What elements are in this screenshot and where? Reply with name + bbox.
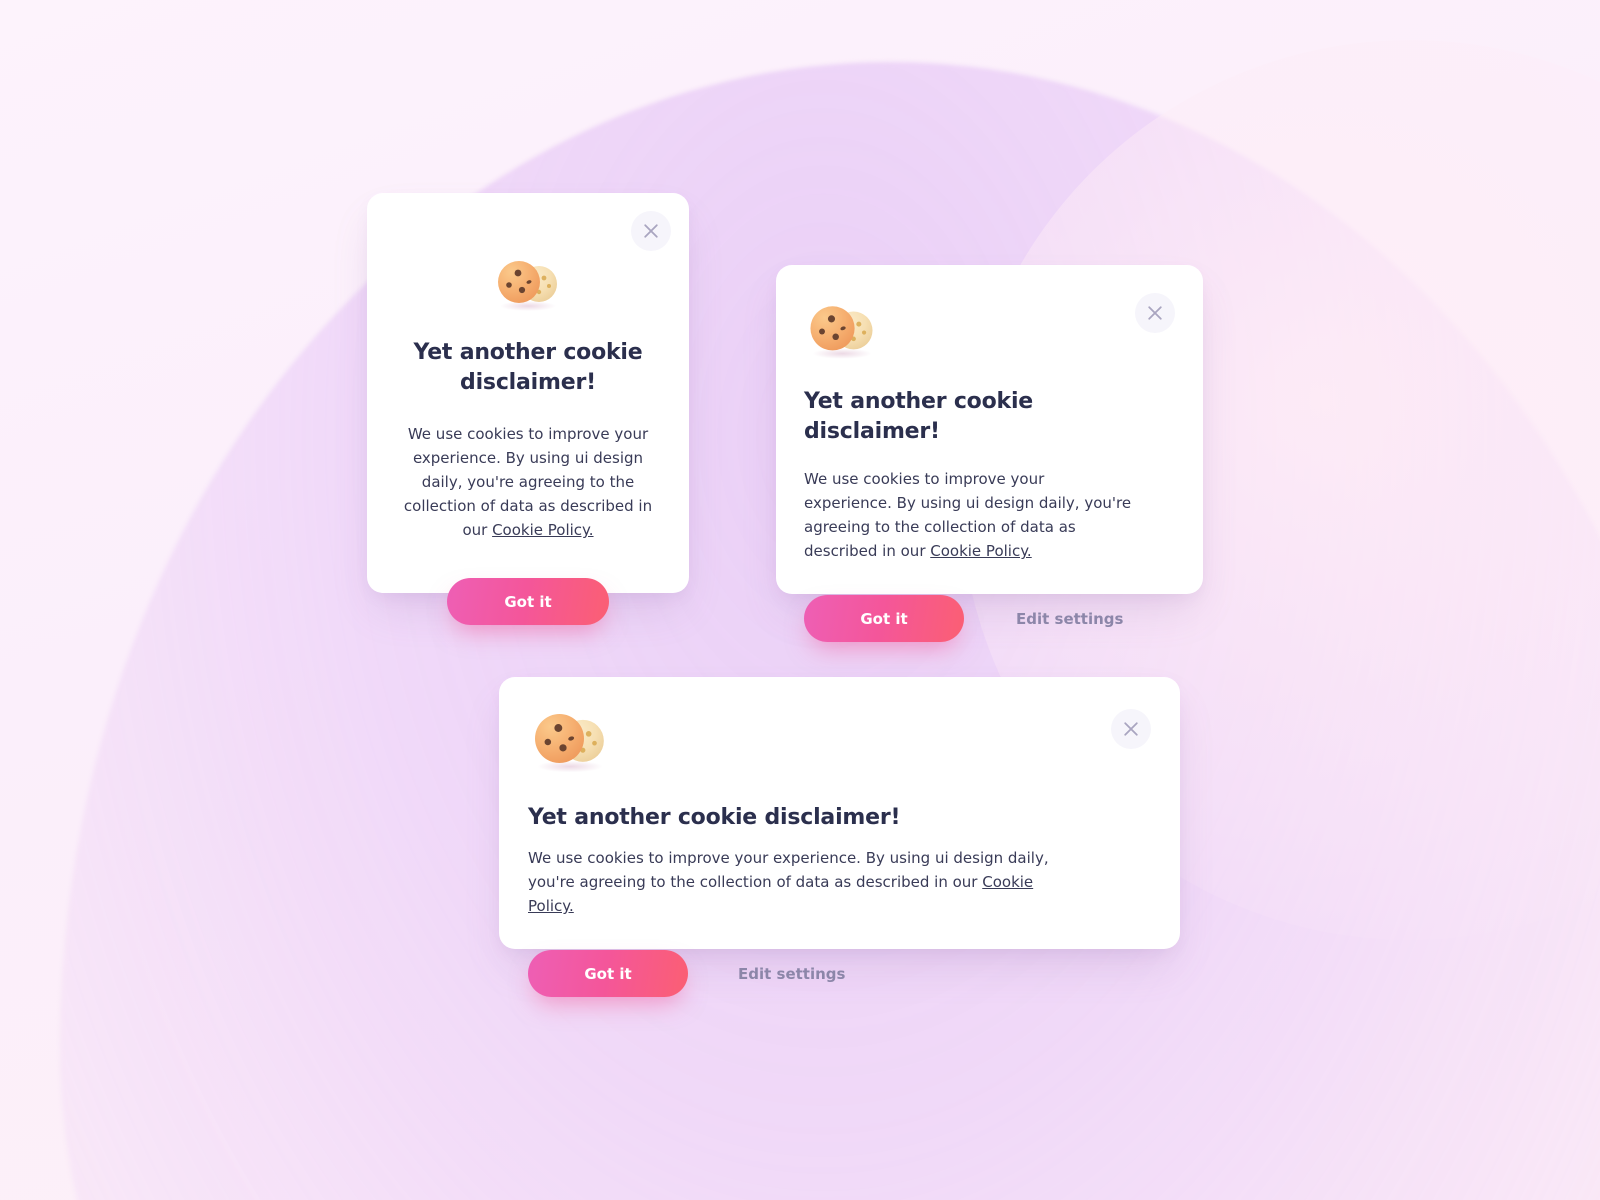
cookie-policy-link[interactable]: Cookie Policy.: [492, 521, 593, 539]
cookie-banner-wide: Yet another cookie disclaimer! We use co…: [499, 677, 1180, 997]
edit-settings-button[interactable]: Edit settings: [738, 965, 845, 983]
close-icon: [1146, 304, 1164, 322]
action-row: Got it Edit settings: [528, 950, 1151, 997]
close-button[interactable]: [631, 211, 671, 251]
cookie-illustration-wrap: [492, 193, 564, 314]
cookie-policy-link[interactable]: Cookie Policy.: [930, 542, 1031, 560]
accept-button[interactable]: Got it: [447, 578, 609, 625]
cookie-illustration-wrap: [528, 677, 612, 776]
background-layer: [0, 0, 1600, 1200]
close-icon: [642, 222, 660, 240]
close-icon: [1122, 720, 1140, 738]
cookie-stack-icon: [810, 306, 873, 359]
action-row: Got it Edit settings: [804, 595, 1175, 642]
disclaimer-text: We use cookies to improve your experienc…: [528, 846, 1068, 918]
edit-settings-button[interactable]: Edit settings: [1016, 610, 1123, 628]
page-title: Yet another cookie disclaimer!: [804, 389, 1034, 444]
close-button[interactable]: [1135, 293, 1175, 333]
accept-button[interactable]: Got it: [528, 950, 688, 997]
disclaimer-text: We use cookies to improve your experienc…: [394, 422, 662, 542]
cookie-dialog-compact: Yet another cookie disclaimer! We use co…: [776, 265, 1203, 642]
accept-button[interactable]: Got it: [804, 595, 964, 642]
page-title: Yet another cookie disclaimer!: [528, 805, 901, 830]
action-row: Got it: [394, 578, 662, 625]
close-button[interactable]: [1111, 709, 1151, 749]
cookie-stack-icon: [498, 261, 557, 311]
cookie-dialog-centered: Yet another cookie disclaimer! We use co…: [367, 193, 689, 625]
disclaimer-text: We use cookies to improve your experienc…: [804, 467, 1134, 563]
page-title: Yet another cookie disclaimer!: [413, 340, 643, 395]
cookie-illustration-wrap: [804, 265, 880, 362]
cookie-stack-icon: [535, 714, 604, 773]
disclaimer-body: We use cookies to improve your experienc…: [528, 849, 1049, 891]
